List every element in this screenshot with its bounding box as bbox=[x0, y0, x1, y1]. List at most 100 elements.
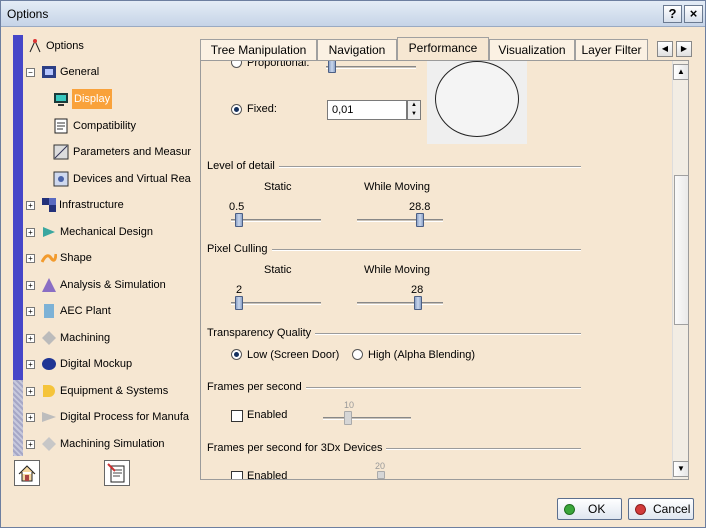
culling-static-slider-thumb[interactable] bbox=[235, 296, 243, 310]
tab-scroll-right-icon[interactable]: ▶ bbox=[676, 41, 692, 57]
digital-mockup-icon bbox=[41, 356, 57, 372]
mechanical-design-icon bbox=[41, 224, 57, 240]
expand-icon[interactable]: + bbox=[26, 413, 35, 422]
expand-icon[interactable]: + bbox=[26, 254, 35, 263]
ok-button[interactable]: OK bbox=[557, 498, 622, 520]
culling-static-slider-track[interactable] bbox=[231, 302, 321, 305]
tree-item-label: Mechanical Design bbox=[60, 226, 153, 238]
equipment-icon bbox=[41, 383, 57, 399]
tree-item-mechanical-design[interactable]: + Mechanical Design bbox=[25, 222, 194, 242]
culling-moving-slider-track[interactable] bbox=[357, 302, 443, 305]
tree-item-digital-process[interactable]: + Digital Process for Manufa bbox=[25, 407, 194, 427]
fps-slider-thumb[interactable] bbox=[344, 411, 352, 425]
machining-icon bbox=[41, 330, 57, 346]
cancel-button[interactable]: Cancel bbox=[628, 498, 694, 520]
tree-item-shape[interactable]: + Shape bbox=[25, 248, 194, 268]
lod-static-slider-thumb[interactable] bbox=[235, 213, 243, 227]
collapse-icon[interactable]: − bbox=[26, 68, 35, 77]
level-of-detail-section: Level of detail bbox=[207, 160, 581, 172]
fps-value: 10 bbox=[344, 400, 355, 410]
tree-item-parameters[interactable]: Parameters and Measur bbox=[39, 142, 194, 162]
tab-layer-filter[interactable]: Layer Filter bbox=[575, 39, 648, 61]
proportional-radio[interactable] bbox=[231, 61, 242, 68]
tree-item-label: Infrastructure bbox=[59, 199, 124, 211]
fps-section: Frames per second bbox=[207, 381, 581, 393]
tree-item-display[interactable]: Display bbox=[39, 89, 194, 109]
tree-toolbar bbox=[9, 456, 194, 491]
vertical-scrollbar[interactable]: ▲ ▼ bbox=[672, 61, 688, 479]
tab-tree-manipulation[interactable]: Tree Manipulation bbox=[200, 39, 317, 61]
tree-item-options[interactable]: Options bbox=[25, 36, 194, 56]
tools-options-icon[interactable] bbox=[104, 460, 130, 486]
tree-item-compatibility[interactable]: Compatibility bbox=[39, 116, 194, 136]
expand-icon[interactable]: + bbox=[26, 440, 35, 449]
proportional-slider-track[interactable] bbox=[326, 66, 416, 69]
lod-static-value: 0.5 bbox=[229, 201, 245, 213]
tab-navigation[interactable]: Navigation bbox=[317, 39, 397, 61]
expand-icon[interactable]: + bbox=[26, 228, 35, 237]
section-title: Frames per second bbox=[207, 381, 306, 393]
tree-item-devices[interactable]: Devices and Virtual Rea bbox=[39, 169, 194, 189]
lod-static-slider-track[interactable] bbox=[231, 219, 321, 222]
tree-item-label: Compatibility bbox=[73, 120, 136, 132]
shape-icon bbox=[40, 250, 58, 266]
proportional-slider-thumb[interactable] bbox=[328, 61, 336, 73]
preview-circle bbox=[435, 61, 519, 137]
tab-scroll-left-icon[interactable]: ◀ bbox=[657, 41, 673, 57]
cancel-icon bbox=[635, 504, 646, 515]
fixed-radio[interactable] bbox=[231, 104, 242, 115]
fps-3dx-value: 20 bbox=[375, 461, 386, 471]
tree-item-general[interactable]: − General bbox=[25, 62, 194, 82]
scroll-down-icon[interactable]: ▼ bbox=[673, 461, 688, 477]
tree-item-label: AEC Plant bbox=[60, 305, 111, 317]
help-button[interactable]: ? bbox=[663, 5, 682, 23]
home-icon[interactable] bbox=[14, 460, 40, 486]
display-icon bbox=[53, 91, 69, 107]
options-tree: Options − General Display Compatibility bbox=[9, 31, 194, 487]
fixed-label: Fixed: bbox=[247, 103, 277, 115]
section-title: Frames per second for 3Dx Devices bbox=[207, 442, 387, 454]
fixed-value-input[interactable]: 0,01 bbox=[327, 100, 407, 120]
fixed-value-spinner[interactable]: ▲ ▼ bbox=[407, 100, 421, 120]
expand-icon[interactable]: + bbox=[26, 281, 35, 290]
performance-panel: Proportional: Fixed: 0,01 ▲ ▼ Level of de… bbox=[200, 60, 689, 480]
tree-item-machining-simulation[interactable]: + Machining Simulation bbox=[25, 434, 194, 454]
devices-icon bbox=[53, 171, 69, 187]
expand-icon[interactable]: + bbox=[26, 360, 35, 369]
tree-item-label: Digital Process for Manufa bbox=[60, 411, 189, 423]
tree-item-analysis[interactable]: + Analysis & Simulation bbox=[25, 275, 194, 295]
analysis-icon bbox=[41, 277, 57, 293]
scroll-up-icon[interactable]: ▲ bbox=[673, 64, 688, 80]
lod-moving-slider-track[interactable] bbox=[357, 219, 443, 222]
fps-enabled-checkbox[interactable] bbox=[231, 410, 243, 422]
close-button[interactable]: × bbox=[684, 5, 703, 23]
scroll-thumb[interactable] bbox=[674, 175, 688, 325]
expand-icon[interactable]: + bbox=[26, 307, 35, 316]
expand-icon[interactable]: + bbox=[26, 387, 35, 396]
tab-visualization[interactable]: Visualization bbox=[489, 39, 575, 61]
transparency-high-radio[interactable] bbox=[352, 349, 363, 360]
fps-slider-track[interactable] bbox=[323, 417, 411, 420]
tree-item-digital-mockup[interactable]: + Digital Mockup bbox=[25, 354, 194, 374]
expand-icon[interactable]: + bbox=[26, 201, 35, 210]
tree-item-machining[interactable]: + Machining bbox=[25, 328, 194, 348]
lod-moving-value: 28.8 bbox=[409, 201, 431, 213]
tab-performance[interactable]: Performance bbox=[397, 37, 489, 61]
culling-moving-slider-thumb[interactable] bbox=[414, 296, 422, 310]
culling-moving-value: 28 bbox=[411, 284, 424, 296]
ok-icon bbox=[564, 504, 575, 515]
expand-icon[interactable]: + bbox=[26, 334, 35, 343]
fps-3dx-enabled-checkbox[interactable] bbox=[231, 471, 243, 479]
tree-item-aec-plant[interactable]: + AEC Plant bbox=[25, 301, 194, 321]
tree-item-label: Options bbox=[46, 40, 84, 52]
transparency-low-radio[interactable] bbox=[231, 349, 242, 360]
lod-static-label: Static bbox=[264, 181, 292, 193]
lod-moving-slider-thumb[interactable] bbox=[416, 213, 424, 227]
tree-item-label: Machining Simulation bbox=[60, 438, 165, 450]
digital-process-icon bbox=[41, 409, 57, 425]
tree-item-infrastructure[interactable]: + Infrastructure bbox=[25, 195, 194, 215]
fps-3dx-slider-thumb[interactable] bbox=[377, 471, 385, 479]
culling-static-value: 2 bbox=[236, 284, 243, 296]
culling-moving-label: While Moving bbox=[364, 264, 431, 276]
tree-item-equipment[interactable]: + Equipment & Systems bbox=[25, 381, 194, 401]
